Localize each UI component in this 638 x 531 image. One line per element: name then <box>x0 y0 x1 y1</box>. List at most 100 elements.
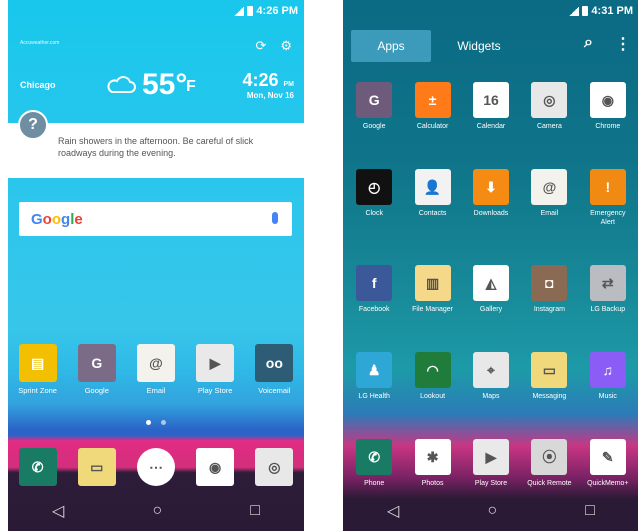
app-google[interactable]: G Google <box>69 344 125 395</box>
google-folder-icon: G <box>356 82 393 118</box>
recents-icon[interactable]: □ <box>250 502 260 520</box>
app-label: Contacts <box>418 210 447 217</box>
app-downloads[interactable]: ⬇ Downloads <box>462 169 520 227</box>
battery-icon <box>247 6 254 16</box>
app-label: Facebook <box>358 306 390 313</box>
app-label: QuickMemo+ <box>587 480 629 487</box>
app-sprint-zone[interactable]: ▤ Sprint Zone <box>10 344 66 395</box>
photos-icon: ✱ <box>414 439 451 475</box>
app-contacts[interactable]: 👤 Contacts <box>403 169 461 227</box>
app-clock[interactable]: ◴ Clock <box>345 169 403 227</box>
home-app-row: ▤ Sprint Zone G Google @ Email ▶ Play Store oo Vo… <box>8 344 304 395</box>
alert-icon: ! <box>589 169 626 205</box>
google-search-bar[interactable]: Google <box>19 202 292 236</box>
forecast-text: Rain showers in the afternoon. Be carefu… <box>58 136 254 158</box>
chrome-icon: ◉ <box>589 82 626 118</box>
app-label: Google <box>362 123 386 130</box>
app-label: Calendar <box>476 123 506 130</box>
weather-widget[interactable]: Accuweather.com ⟳ ⚙ Chicago 55° F 4:26 P… <box>8 30 304 135</box>
messaging-icon: ▭ <box>531 352 568 388</box>
app-label: LG Backup <box>590 306 626 313</box>
sprint-icon: ▤ <box>18 344 57 382</box>
app-google[interactable]: G Google <box>345 82 403 131</box>
app-email[interactable]: @ Email <box>520 169 578 227</box>
maps-icon: ⌖ <box>472 352 509 388</box>
app-maps[interactable]: ⌖ Maps <box>462 352 520 401</box>
app-label: Play Store <box>474 480 508 487</box>
battery-icon <box>582 6 589 16</box>
drawer-tabs: Apps Widgets ⌕ ⋮ <box>343 26 638 66</box>
app-label: Lookout <box>420 393 446 400</box>
app-chrome[interactable]: ◉ Chrome <box>579 82 637 131</box>
memo-icon: ✎ <box>589 439 626 475</box>
tab-widgets[interactable]: Widgets <box>439 30 519 62</box>
app-quickmemo-[interactable]: ✎ QuickMemo+ <box>579 439 637 488</box>
app-lookout[interactable]: ◠ Lookout <box>403 352 461 401</box>
status-time: 4:31 PM <box>591 5 633 17</box>
app-gallery[interactable]: ◭ Gallery <box>462 265 520 314</box>
app-music[interactable]: ♫ Music <box>579 352 637 401</box>
app-label: Voicemail <box>258 386 291 395</box>
refresh-icon[interactable]: ⟳ <box>255 38 266 54</box>
weather-source: Accuweather.com <box>20 40 60 46</box>
home-icon[interactable]: ○ <box>487 502 497 520</box>
app-label: Maps <box>482 393 500 400</box>
app-photos[interactable]: ✱ Photos <box>403 439 461 488</box>
app-messaging-icon[interactable]: ▭ <box>69 448 125 486</box>
app-phone[interactable]: ✆ Phone <box>345 439 403 488</box>
app-instagram[interactable]: ◘ Instagram <box>520 265 578 314</box>
app-label: Quick Remote <box>527 480 572 487</box>
search-icon[interactable]: ⌕ <box>584 34 593 54</box>
app-calculator[interactable]: ± Calculator <box>403 82 461 131</box>
app-camera-icon[interactable]: ◎ <box>246 448 302 486</box>
email-icon: @ <box>531 169 568 205</box>
app-emergency-alert[interactable]: ! Emergency Alert <box>579 169 637 227</box>
app-label: Music <box>598 393 617 400</box>
app-apps-icon[interactable]: ⋯ <box>128 448 184 486</box>
app-label: Messaging <box>532 393 567 400</box>
app-phone-icon[interactable]: ✆ <box>10 448 66 486</box>
email-icon: @ <box>136 344 175 382</box>
app-label: Instagram <box>533 306 565 313</box>
app-messaging[interactable]: ▭ Messaging <box>520 352 578 401</box>
app-calendar[interactable]: 16 Calendar <box>462 82 520 131</box>
app-file-manager[interactable]: ▥ File Manager <box>403 265 461 314</box>
tab-apps[interactable]: Apps <box>351 30 431 62</box>
app-quick-remote[interactable]: ⦿ Quick Remote <box>520 439 578 488</box>
play-store-icon: ▶ <box>196 344 235 382</box>
apps-icon: ⋯ <box>136 448 175 486</box>
app-play-store[interactable]: ▶ Play Store <box>462 439 520 488</box>
calendar-icon: 16 <box>472 82 509 118</box>
app-drawer: 4:31 PM Apps Widgets ⌕ ⋮ G Google ± Calcula… <box>343 0 638 531</box>
page-indicator <box>8 420 304 425</box>
folder-icon: ▥ <box>414 265 451 301</box>
app-email[interactable]: @ Email <box>128 344 184 395</box>
google-logo: Google <box>31 210 83 228</box>
forecast-card: Rain showers in the afternoon. Be carefu… <box>8 123 304 178</box>
navigation-bar: ◁ ○ □ <box>343 491 638 531</box>
status-bar: 4:26 PM <box>8 0 304 22</box>
app-play-store[interactable]: ▶ Play Store <box>187 344 243 395</box>
microphone-icon[interactable] <box>272 212 278 224</box>
app-camera[interactable]: ◎ Camera <box>520 82 578 131</box>
app-facebook[interactable]: f Facebook <box>345 265 403 314</box>
home-icon[interactable]: ○ <box>152 502 162 520</box>
app-voicemail[interactable]: oo Voicemail <box>246 344 302 395</box>
app-lg-health[interactable]: ♟ LG Health <box>345 352 403 401</box>
app-label: Downloads <box>473 210 509 217</box>
help-button[interactable]: ? <box>18 110 48 140</box>
app-label: Email <box>540 210 559 217</box>
recents-icon[interactable]: □ <box>585 502 595 520</box>
signal-icon <box>569 6 580 16</box>
weather-temp: 55° <box>142 68 188 101</box>
app-chrome-icon[interactable]: ◉ <box>187 448 243 486</box>
overflow-menu-icon[interactable]: ⋮ <box>615 34 631 54</box>
back-icon[interactable]: ◁ <box>387 501 399 521</box>
app-lg-backup[interactable]: ⇄ LG Backup <box>579 265 637 314</box>
messaging-icon: ▭ <box>77 448 116 486</box>
app-label: LG Health <box>358 393 390 400</box>
cloud-icon <box>107 76 136 93</box>
weather-unit: F <box>186 78 196 95</box>
gear-icon[interactable]: ⚙ <box>280 38 292 54</box>
back-icon[interactable]: ◁ <box>52 501 64 521</box>
